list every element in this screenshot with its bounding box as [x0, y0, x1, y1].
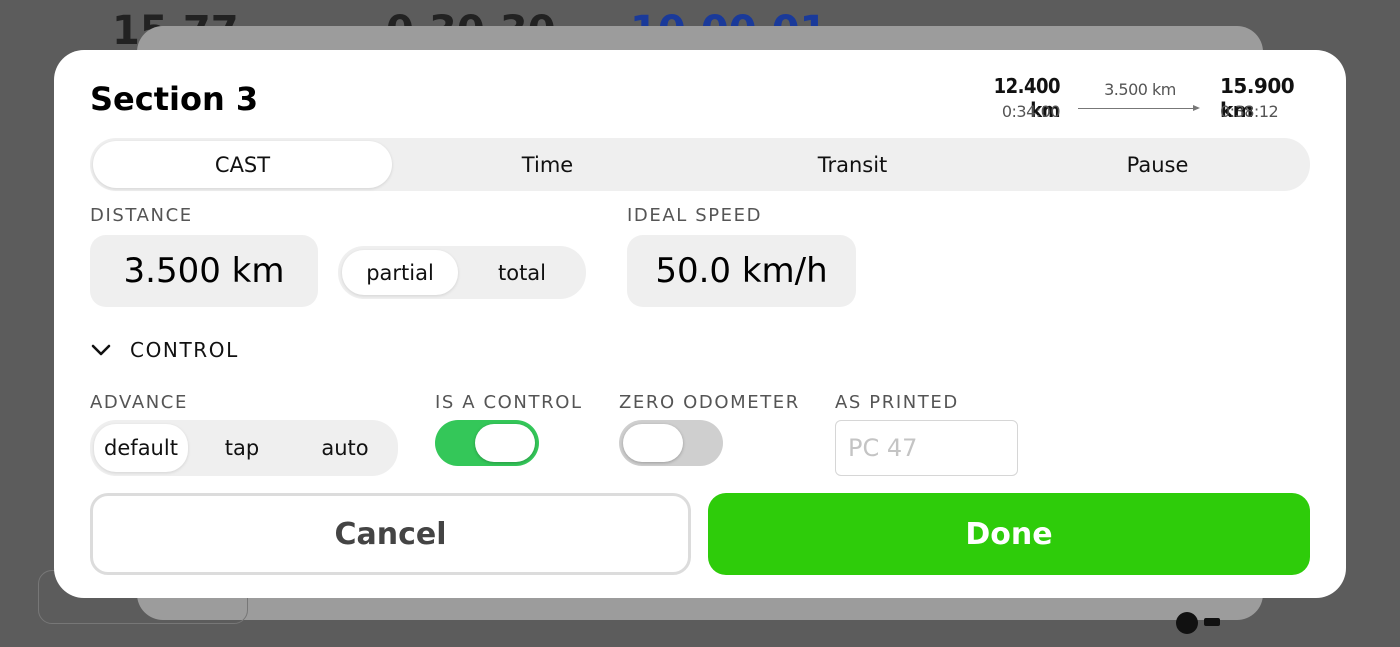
- section-type-tabs: CAST Time Transit Pause: [90, 138, 1310, 191]
- section-route-summary: 12.400 km 0:34:00 3.500 km 15.900 km 0:3…: [970, 74, 1310, 124]
- control-disclosure[interactable]: CONTROL: [90, 337, 239, 363]
- ideal-speed-value[interactable]: 50.0 km/h: [627, 235, 856, 307]
- distance-mode-segmented: partial total: [338, 246, 586, 299]
- advance-segmented: default tap auto: [90, 420, 398, 476]
- cancel-button[interactable]: Cancel: [90, 493, 691, 575]
- segment-auto[interactable]: auto: [296, 424, 394, 472]
- segment-partial[interactable]: partial: [342, 250, 458, 295]
- minus-icon: [1204, 618, 1220, 626]
- toggle-knob: [475, 424, 535, 462]
- chevron-down-icon: [91, 344, 111, 356]
- tab-transit[interactable]: Transit: [703, 141, 1002, 188]
- done-button[interactable]: Done: [708, 493, 1310, 575]
- distance-label: DISTANCE: [90, 205, 193, 226]
- segment-default[interactable]: default: [94, 424, 188, 472]
- as-printed-label: AS PRINTED: [835, 392, 959, 413]
- tab-cast[interactable]: CAST: [93, 141, 392, 188]
- is-a-control-toggle[interactable]: [435, 420, 539, 466]
- section-title: Section 3: [90, 80, 259, 118]
- arrow-right-icon: [1078, 105, 1200, 111]
- zero-odometer-label: ZERO ODOMETER: [619, 392, 800, 413]
- segment-total[interactable]: total: [462, 250, 582, 295]
- tab-time[interactable]: Time: [398, 141, 697, 188]
- zero-odometer-toggle[interactable]: [619, 420, 723, 466]
- route-segment-distance: 3.500 km: [1104, 80, 1176, 99]
- advance-label: ADVANCE: [90, 392, 188, 413]
- segment-tap[interactable]: tap: [192, 424, 292, 472]
- route-to-time: 0:38:12: [1220, 102, 1279, 121]
- as-printed-input[interactable]: [835, 420, 1018, 476]
- tab-pause[interactable]: Pause: [1008, 141, 1307, 188]
- record-icon: [1176, 612, 1198, 634]
- toggle-knob: [623, 424, 683, 462]
- is-a-control-label: IS A CONTROL: [435, 392, 583, 413]
- route-from-time: 0:34:00: [1001, 102, 1061, 121]
- control-section-label: CONTROL: [130, 338, 239, 362]
- ideal-speed-label: IDEAL SPEED: [627, 205, 763, 226]
- distance-value[interactable]: 3.500 km: [90, 235, 318, 307]
- section-editor-dialog: Section 3 12.400 km 0:34:00 3.500 km 15.…: [54, 50, 1346, 598]
